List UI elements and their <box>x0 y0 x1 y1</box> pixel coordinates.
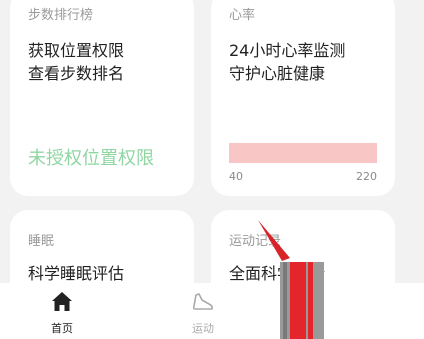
card-title: 心率 <box>229 8 256 23</box>
card-description-line: 查看步数排名 <box>28 64 125 83</box>
card-title: 步数排行榜 <box>28 8 94 23</box>
shoe-icon <box>192 293 213 310</box>
heart-rate-card[interactable]: 心率 24小时心率监测 守护心脏健康 40 220 <box>211 0 395 196</box>
nav-item-home[interactable]: 首页 <box>27 283 97 339</box>
heart-rate-scale-min: 40 <box>229 170 243 183</box>
card-description-line: 24小时心率监测 <box>229 41 346 60</box>
nav-item-exercise[interactable]: 运动 <box>168 283 238 339</box>
permission-status-text[interactable]: 未授权位置权限 <box>28 144 154 170</box>
heart-rate-range-bar <box>229 143 377 163</box>
nav-label-home: 首页 <box>51 322 73 335</box>
home-icon <box>52 292 72 311</box>
card-description-line: 科学睡眠评估 <box>28 264 125 283</box>
card-description-line: 获取位置权限 <box>28 41 125 60</box>
heart-rate-scale-max: 220 <box>356 170 377 183</box>
card-title: 睡眠 <box>28 234 55 249</box>
steps-leaderboard-card[interactable]: 步数排行榜 获取位置权限 查看步数排名 未授权位置权限 <box>10 0 194 196</box>
bottom-navigation-bar: 首页 运动 <box>0 283 424 339</box>
pointer-arrow-overlay <box>258 220 324 339</box>
card-description-line: 守护心脏健康 <box>229 64 326 83</box>
nav-label-exercise: 运动 <box>192 322 214 335</box>
